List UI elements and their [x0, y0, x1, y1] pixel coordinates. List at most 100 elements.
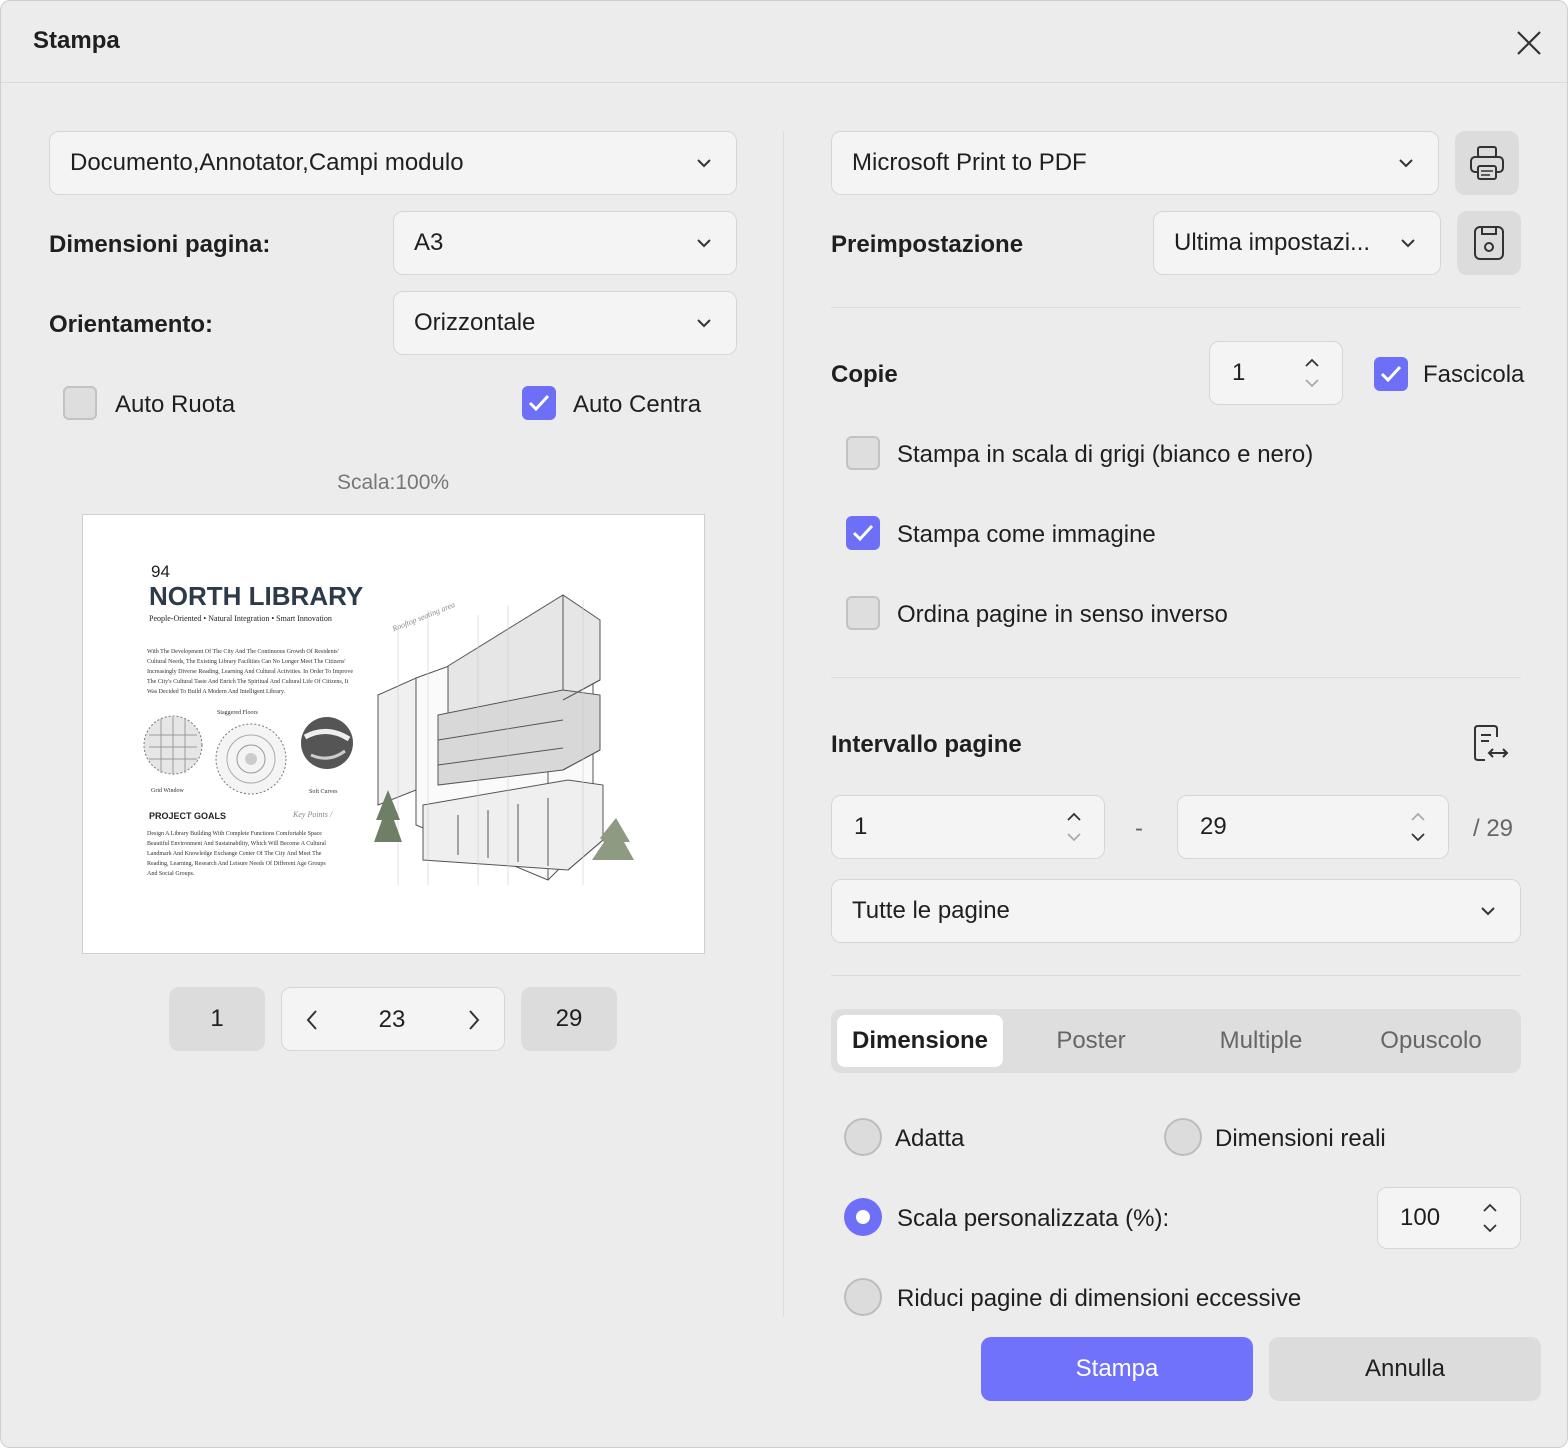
copies-value: 1 [1232, 359, 1246, 386]
preview-callout-grid: Grid Window [151, 788, 184, 794]
page-size-label: Dimensioni pagina: [49, 231, 271, 258]
custom-scale-radio[interactable] [844, 1198, 882, 1236]
print-button[interactable]: Stampa [981, 1337, 1253, 1401]
title-bar: Stampa [1, 1, 1567, 83]
checkmark-icon [852, 524, 874, 542]
actual-size-radio[interactable] [1164, 1118, 1202, 1156]
range-to-value: 29 [1200, 813, 1227, 840]
collate-label: Fascicola [1423, 361, 1525, 388]
preview-goals: Design A Library Building With Complete … [147, 829, 362, 879]
preset-select[interactable]: Ultima impostazi... [1153, 211, 1441, 275]
printer-icon [1470, 146, 1504, 180]
auto-rotate-label: Auto Ruota [115, 391, 236, 418]
stepper-arrows-icon[interactable] [1482, 1202, 1498, 1234]
range-from-value: 1 [854, 813, 868, 840]
print-dialog: Stampa Documento,Annotator,Campi modulo … [0, 0, 1568, 1448]
preview-goals-line: Landmark And Knowledge Exchange Center O… [147, 851, 322, 857]
auto-rotate-checkbox[interactable] [63, 386, 97, 420]
preview-goals-title: PROJECT GOALS [149, 811, 227, 821]
auto-center-label: Auto Centra [573, 391, 702, 418]
collate-checkbox[interactable] [1374, 357, 1408, 391]
preview-page-number: 94 [151, 562, 170, 581]
preview-intro-line: The City's Cultural Taste And Enrich The… [147, 679, 349, 685]
shrink-radio[interactable] [844, 1278, 882, 1316]
range-from-stepper[interactable]: 1 [831, 795, 1105, 859]
page-size-value: A3 [414, 229, 444, 256]
printer-select[interactable]: Microsoft Print to PDF [831, 131, 1439, 195]
preview-intro-line: Increasingly Diverse Reading, Learning A… [147, 669, 354, 675]
close-icon[interactable] [1509, 23, 1549, 63]
chevron-down-icon [697, 319, 711, 328]
page-size-select[interactable]: A3 [393, 211, 737, 275]
layout-tabs: Dimensione Poster Multiple Opuscolo [831, 1009, 1521, 1073]
content-select-value: Documento,Annotator,Campi modulo [70, 149, 464, 176]
chevron-down-icon [697, 239, 711, 248]
tab-booklet[interactable]: Opuscolo [1347, 1015, 1515, 1067]
fit-label: Adatta [895, 1125, 965, 1152]
custom-scale-stepper[interactable]: 100 [1377, 1187, 1521, 1249]
chevron-down-icon [1481, 907, 1495, 916]
preview-tagline: People-Oriented • Natural Integration • … [149, 614, 332, 623]
tab-poster[interactable]: Poster [1007, 1015, 1175, 1067]
current-page[interactable]: 23 [342, 1006, 442, 1034]
page-preview: 94 NORTH LIBRARY People-Oriented • Natur… [82, 514, 705, 954]
auto-center-checkbox[interactable] [522, 386, 556, 420]
scale-indicator: Scala:100% [337, 471, 450, 494]
stepper-arrows-icon[interactable] [1066, 811, 1082, 843]
page-range-icon[interactable] [1471, 723, 1511, 765]
stepper-arrows-icon[interactable] [1410, 811, 1426, 843]
shrink-label: Riduci pagine di dimensioni eccessive [897, 1285, 1302, 1312]
tab-size[interactable]: Dimensione [837, 1015, 1003, 1067]
printer-value: Microsoft Print to PDF [852, 149, 1087, 176]
page-subset-value: Tutte le pagine [852, 897, 1010, 924]
range-to-stepper[interactable]: 29 [1177, 795, 1449, 859]
dialog-title: Stampa [33, 27, 120, 54]
copies-stepper[interactable]: 1 [1209, 341, 1343, 405]
checkmark-icon [1380, 365, 1402, 383]
section-divider [831, 307, 1521, 308]
preview-goals-line: Design A Library Building With Complete … [147, 831, 322, 837]
grayscale-checkbox[interactable] [846, 436, 880, 470]
tab-multiple[interactable]: Multiple [1177, 1015, 1345, 1067]
preview-heading: NORTH LIBRARY [149, 581, 364, 611]
chevron-down-icon [697, 159, 711, 168]
copies-label: Copie [831, 361, 898, 388]
preview-intro-line: With The Development Of The City And The… [147, 649, 339, 655]
section-divider [831, 677, 1521, 678]
last-page-button[interactable]: 29 [521, 987, 617, 1051]
custom-scale-value: 100 [1400, 1204, 1441, 1231]
save-preset-button[interactable] [1457, 211, 1521, 275]
page-range-label: Intervallo pagine [831, 731, 1022, 758]
orientation-select[interactable]: Orizzontale [393, 291, 737, 355]
print-as-image-checkbox[interactable] [846, 516, 880, 550]
first-page-button[interactable]: 1 [169, 987, 265, 1051]
grayscale-label: Stampa in scala di grigi (bianco e nero) [897, 441, 1314, 468]
column-divider [783, 131, 784, 1317]
printer-properties-button[interactable] [1455, 131, 1519, 195]
cancel-button[interactable]: Annulla [1269, 1337, 1541, 1401]
preview-building-sketch [374, 594, 634, 885]
range-total: / 29 [1473, 815, 1514, 842]
page-subset-select[interactable]: Tutte le pagine [831, 879, 1521, 943]
page-navigator: 23 [281, 987, 505, 1051]
chevron-down-icon [1401, 239, 1415, 248]
chevron-right-icon[interactable] [466, 1008, 482, 1032]
orientation-label: Orientamento: [49, 311, 214, 338]
print-as-image-label: Stampa come immagine [897, 521, 1156, 548]
reverse-order-label: Ordina pagine in senso inverso [897, 601, 1228, 628]
checkmark-icon [528, 394, 550, 412]
preview-goals-line: And Social Groups. [147, 871, 195, 877]
stepper-arrows-icon[interactable] [1304, 357, 1320, 389]
custom-scale-label: Scala personalizzata (%): [897, 1205, 1170, 1232]
range-separator: - [1135, 815, 1143, 842]
fit-radio[interactable] [844, 1118, 882, 1156]
section-divider [831, 975, 1521, 976]
preview-callout-soft: Soft Curves [309, 789, 338, 795]
preview-intro-line: Was Decided To Build A Modern And Intell… [147, 689, 286, 695]
chevron-left-icon[interactable] [304, 1008, 320, 1032]
reverse-order-checkbox[interactable] [846, 596, 880, 630]
preset-label: Preimpostazione [831, 231, 1024, 258]
save-icon [1474, 226, 1504, 260]
content-select[interactable]: Documento,Annotator,Campi modulo [49, 131, 737, 195]
orientation-value: Orizzontale [414, 309, 536, 336]
